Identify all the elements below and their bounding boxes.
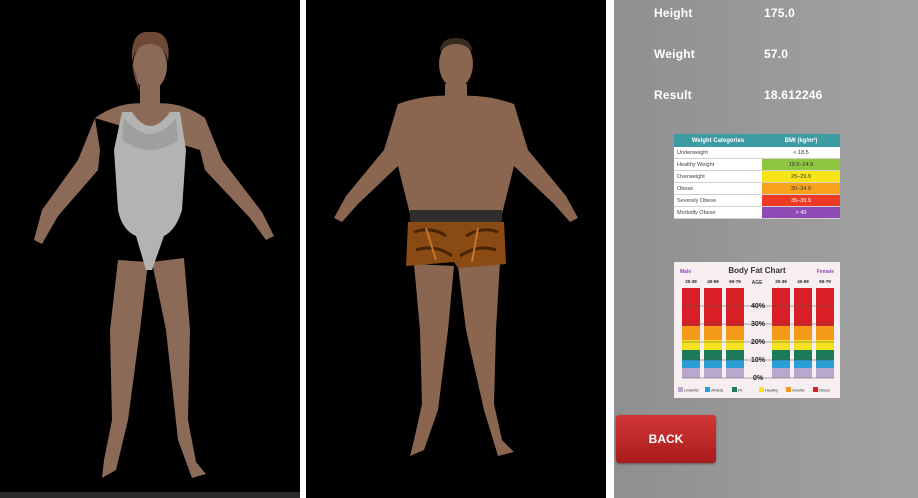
category-cell: Obese (674, 182, 762, 195)
table-header-bmi: BMI (kg/m²) (762, 134, 840, 147)
table-header-category: Weight Categories (674, 134, 762, 147)
female-bar-segment (794, 360, 812, 368)
table-row: Severely Obese 35–39.9 (674, 194, 840, 207)
legend-swatch (732, 387, 737, 392)
female-bar-segment (794, 350, 812, 360)
category-cell: Morbidly Obese (674, 206, 762, 219)
female-bar-segment (794, 368, 812, 378)
category-cell: Severely Obese (674, 194, 762, 207)
male-bar-segment (704, 360, 722, 368)
female-bar-segment (816, 326, 834, 340)
female-bar-segment (816, 288, 834, 326)
age-group-label: 40-59 (797, 279, 809, 284)
female-label: Female (817, 269, 834, 275)
age-group-label: 60-79 (729, 279, 741, 284)
result-label: Result (654, 88, 692, 102)
category-cell: Overweight (674, 170, 762, 183)
category-cell: Healthy Weight (674, 158, 762, 171)
male-bar-segment (726, 326, 744, 340)
male-avatar-figure (334, 38, 578, 456)
legend-label: Athletic (711, 389, 724, 393)
body-fat-chart: Body Fat Chart Male Female AGE 20-39 40-5… (674, 262, 840, 398)
male-bar-segment (726, 360, 744, 368)
age-label: AGE (752, 280, 764, 286)
age-group-label: 40-59 (707, 279, 719, 284)
bmi-categories-table: Weight Categories BMI (kg/m²) Underweigh… (674, 134, 840, 219)
legend-label: Obese (819, 389, 830, 393)
percent-tick-label: 10% (751, 357, 766, 364)
male-avatar-viewport[interactable] (306, 0, 606, 498)
height-label: Height (654, 6, 693, 20)
percent-tick-label: 30% (751, 321, 766, 328)
male-bar-segment (682, 326, 700, 340)
legend-label: Healthy (765, 389, 778, 393)
legend-swatch (678, 387, 683, 392)
back-button[interactable]: BACK (616, 415, 716, 463)
legend-label: Underfat (684, 389, 700, 393)
female-bar-segment (794, 326, 812, 340)
table-row: Healthy Weight 18.5–24.9 (674, 158, 840, 171)
female-bar-segment (816, 350, 834, 360)
legend-swatch (759, 387, 764, 392)
range-cell: < 18.5 (762, 147, 840, 159)
female-bar-segment (772, 360, 790, 368)
range-cell: 18.5–24.9 (762, 158, 840, 171)
weight-value: 57.0 (764, 47, 789, 61)
table-row: Underweight < 18.5 (674, 147, 840, 159)
range-cell: 25–29.9 (762, 170, 840, 183)
male-bar-segment (726, 340, 744, 350)
legend-swatch (705, 387, 710, 392)
male-bar-segment (726, 288, 744, 326)
female-bar-segment (816, 368, 834, 378)
male-bar-segment (704, 288, 722, 326)
bmi-result-value: 18.612246 (764, 88, 823, 102)
female-bar-segment (794, 288, 812, 326)
female-bar-segment (772, 350, 790, 360)
height-value: 175.0 (764, 6, 796, 20)
percent-tick-label: 40% (751, 303, 766, 310)
age-group-label: 20-39 (685, 279, 697, 284)
male-bar-segment (704, 326, 722, 340)
male-bar-segment (682, 340, 700, 350)
legend-swatch (786, 387, 791, 392)
table-row: Morbidly Obese > 40 (674, 206, 840, 219)
table-row: Overweight 25–29.9 (674, 170, 840, 183)
weight-label: Weight (654, 47, 695, 61)
male-bar-segment (682, 368, 700, 378)
male-bar-segment (704, 340, 722, 350)
range-cell: > 40 (762, 206, 840, 219)
percent-tick-label: 0% (753, 375, 764, 382)
range-cell: 30–34.9 (762, 182, 840, 195)
female-bar-segment (794, 340, 812, 350)
female-bar-segment (772, 368, 790, 378)
male-bar-segment (682, 288, 700, 326)
female-bar-segment (816, 360, 834, 368)
male-bar-segment (682, 350, 700, 360)
male-bar-segment (704, 350, 722, 360)
female-avatar-viewport[interactable] (0, 0, 300, 498)
male-bar-segment (704, 368, 722, 378)
table-row: Obese 30–34.9 (674, 182, 840, 195)
category-cell: Underweight (674, 147, 762, 159)
female-bar-segment (772, 288, 790, 326)
legend-label: Overfat (792, 389, 805, 393)
legend-swatch (813, 387, 818, 392)
age-group-label: 20-39 (775, 279, 787, 284)
male-bar-segment (726, 350, 744, 360)
chart-title: Body Fat Chart (728, 266, 786, 275)
male-label: Male (680, 269, 691, 275)
female-bar-segment (816, 340, 834, 350)
female-bar-segment (772, 326, 790, 340)
male-bar-segment (726, 368, 744, 378)
female-avatar-figure (34, 31, 274, 478)
female-bar-segment (772, 340, 790, 350)
range-cell: 35–39.9 (762, 194, 840, 207)
percent-tick-label: 20% (751, 339, 766, 346)
viewport-bottom-bar (0, 492, 300, 498)
age-group-label: 60-79 (819, 279, 831, 284)
results-panel: Height 175.0 Weight 57.0 Result 18.61224… (614, 0, 918, 498)
male-bar-segment (682, 360, 700, 368)
